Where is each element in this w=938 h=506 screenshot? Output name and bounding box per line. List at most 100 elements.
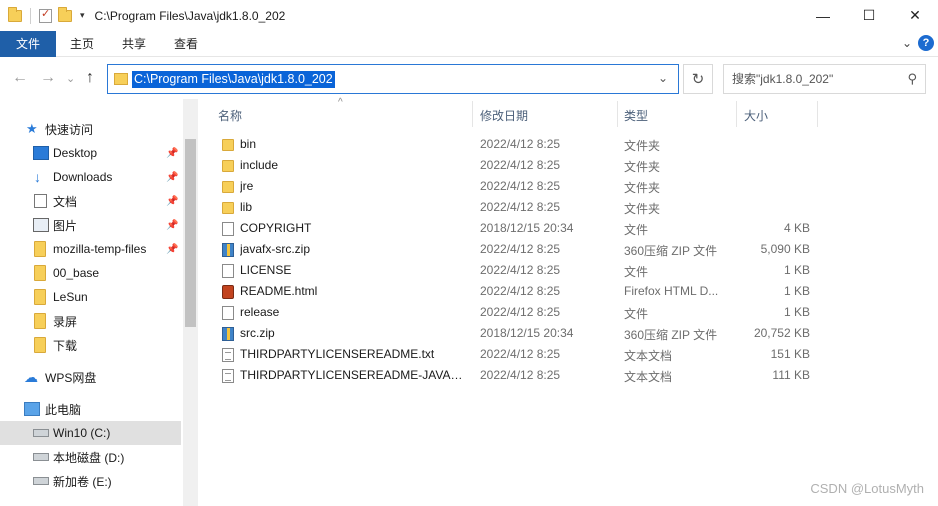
properties-icon[interactable] [39,7,52,23]
column-name-header[interactable]: 名称 [218,107,242,124]
help-icon[interactable]: ? [918,35,934,51]
tab-home[interactable]: 主页 [56,31,108,57]
pin-icon: 📌 [166,195,179,207]
file-row[interactable]: README.html 2022/4/12 8:25 Firefox HTML … [216,281,816,302]
nav-item-desktop[interactable]: Desktop 📌 [0,141,181,165]
window-controls: — ☐ ✕ [800,0,938,31]
nav-item-drive-d[interactable]: 本地磁盘 (D:) [0,445,181,469]
nav-item-this-pc[interactable]: 此电脑 [0,397,181,421]
title-bar: ▾ C:\Program Files\Java\jdk1.8.0_202 — ☐… [0,0,938,31]
column-divider[interactable] [617,101,618,127]
cloud-icon: ☁ [24,368,38,385]
tab-file[interactable]: 文件 [0,30,57,57]
nav-item-00-base[interactable]: 00_base [0,261,181,285]
watermark: CSDN @LotusMyth [810,481,924,496]
nav-item-documents[interactable]: 文档 📌 [0,189,181,213]
minimize-button[interactable]: — [800,0,846,31]
file-list: ^ 名称 修改日期 类型 大小 bin 2022/4/12 8:25 文件夹 i… [200,97,938,506]
file-row[interactable]: THIRDPARTYLICENSEREADME-JAVAF... 2022/4/… [216,365,816,386]
folder-icon [222,139,234,151]
file-date: 2022/4/12 8:25 [480,263,561,277]
column-size-header[interactable]: 大小 [744,107,768,124]
nav-label: WPS网盘 [45,370,97,385]
text-document-icon [222,348,234,362]
zip-archive-icon [222,243,234,257]
file-row[interactable]: src.zip 2018/12/15 20:34 360压缩 ZIP 文件 20… [216,323,816,344]
picture-icon [33,218,49,232]
folder-icon [8,6,22,22]
file-row[interactable]: LICENSE 2022/4/12 8:25 文件 1 KB [216,260,816,281]
file-row[interactable]: COPYRIGHT 2018/12/15 20:34 文件 4 KB [216,218,816,239]
file-size: 5,090 KB [760,242,810,256]
column-type-header[interactable]: 类型 [624,107,648,124]
pin-icon: 📌 [166,219,179,231]
address-dropdown-icon[interactable]: ⌄ [658,71,668,85]
nav-item-download-folder[interactable]: 下载 [0,333,181,357]
firefox-html-icon [222,285,234,299]
file-type: 文本文档 [624,349,673,363]
file-row[interactable]: bin 2022/4/12 8:25 文件夹 [216,134,816,155]
close-button[interactable]: ✕ [892,0,938,31]
forward-arrow-icon[interactable]: → [40,69,56,87]
nav-item-pictures[interactable]: 图片 📌 [0,213,181,237]
back-arrow-icon[interactable]: ← [12,69,28,87]
column-date-header[interactable]: 修改日期 [480,107,528,124]
nav-item-lesun[interactable]: LeSun [0,285,181,309]
nav-item-drive-e[interactable]: 新加卷 (E:) [0,469,181,493]
file-row[interactable]: javafx-src.zip 2022/4/12 8:25 360压缩 ZIP … [216,239,816,260]
folder-icon [34,337,46,353]
file-name: lib [240,200,253,214]
scrollbar-thumb[interactable] [185,139,196,327]
file-row[interactable]: jre 2022/4/12 8:25 文件夹 [216,176,816,197]
customize-toolbar-dropdown[interactable]: ▾ [80,10,85,21]
tab-share[interactable]: 共享 [108,31,160,57]
file-row[interactable]: release 2022/4/12 8:25 文件 1 KB [216,302,816,323]
desktop-icon [33,146,49,160]
file-name: COPYRIGHT [240,221,312,235]
address-bar[interactable]: C:\Program Files\Java\jdk1.8.0_202 ⌄ [107,64,679,94]
nav-label: 此电脑 [45,402,82,417]
sort-ascending-icon: ^ [338,97,343,108]
nav-label: Downloads [53,170,113,184]
search-box[interactable]: ⚲ [723,64,926,94]
up-arrow-icon[interactable]: ↑ [86,69,94,87]
address-path[interactable]: C:\Program Files\Java\jdk1.8.0_202 [132,71,335,88]
search-input[interactable] [724,65,894,93]
file-type: 360压缩 ZIP 文件 [624,328,718,342]
file-type: 文件 [624,223,649,237]
file-name: jre [240,179,254,193]
column-divider[interactable] [736,101,737,127]
file-type: Firefox HTML D... [624,284,719,298]
recent-locations-icon[interactable]: ⌄ [66,72,75,85]
nav-item-downloads[interactable]: ↓ Downloads 📌 [0,165,181,189]
nav-label: 下载 [53,338,78,353]
refresh-button[interactable]: ↻ [683,64,713,94]
new-folder-icon[interactable] [58,6,72,22]
nav-label: 本地磁盘 (D:) [53,450,125,465]
nav-scrollbar[interactable] [183,99,198,506]
nav-item-drive-c[interactable]: Win10 (C:) [0,421,181,445]
file-row[interactable]: lib 2022/4/12 8:25 文件夹 [216,197,816,218]
file-size: 4 KB [783,221,810,235]
nav-item-wps-cloud[interactable]: ☁ WPS网盘 [0,365,181,389]
nav-item-mozilla-temp-files[interactable]: mozilla-temp-files 📌 [0,237,181,261]
maximize-button[interactable]: ☐ [846,0,892,31]
file-name: release [240,305,280,319]
nav-label: mozilla-temp-files [53,242,147,256]
search-icon[interactable]: ⚲ [907,71,917,87]
file-row[interactable]: include 2022/4/12 8:25 文件夹 [216,155,816,176]
file-row[interactable]: THIRDPARTYLICENSEREADME.txt 2022/4/12 8:… [216,344,816,365]
column-divider[interactable] [817,101,818,127]
column-divider[interactable] [472,101,473,127]
divider [30,7,31,24]
zip-archive-icon [222,327,234,341]
pin-icon: 📌 [166,243,179,255]
nav-label: 录屏 [53,314,78,329]
nav-item-screen-recording[interactable]: 录屏 [0,309,181,333]
nav-label: 图片 [53,218,78,233]
file-date: 2022/4/12 8:25 [480,158,561,172]
nav-item-quick-access[interactable]: ★ 快速访问 [0,117,181,141]
expand-ribbon-icon[interactable]: ⌄ [902,36,912,50]
tab-view[interactable]: 查看 [160,31,212,57]
column-header-row: ^ 名称 修改日期 类型 大小 [200,97,938,129]
